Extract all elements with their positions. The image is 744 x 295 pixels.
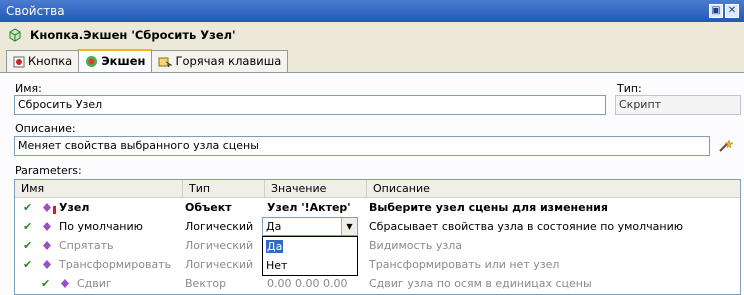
row-description: Выберите узел сцены для изменения xyxy=(369,201,608,214)
dropdown-option-yes[interactable]: Да xyxy=(263,237,357,256)
row-description: Сбрасывает свойства узла в состояние по … xyxy=(369,220,684,233)
row-type: Вектор xyxy=(185,277,227,290)
tab-hotkey[interactable]: Горячая клавиша xyxy=(151,50,289,72)
properties-content: Имя: Сбросить Узел Тип: Скрипт Описание:… xyxy=(0,73,744,295)
value-dropdown[interactable]: Да ▼ xyxy=(262,217,358,236)
row-value[interactable]: Узел '!Актер' xyxy=(267,198,351,217)
row-type: Объект xyxy=(185,201,232,214)
row-name: По умолчанию xyxy=(59,220,143,233)
header-title: Кнопка.Экшен 'Сбросить Узел' xyxy=(30,28,236,42)
restore-button[interactable]: ▣ xyxy=(709,4,723,18)
check-icon: ✔ xyxy=(41,277,51,290)
action-icon xyxy=(9,28,21,42)
row-name: Узел xyxy=(59,201,90,214)
tab-button-label: Кнопка xyxy=(28,54,73,68)
table-row[interactable]: ✔ По умолчанию Логический Сбрасывает сво… xyxy=(15,217,740,236)
parameters-label: Parameters: xyxy=(15,164,82,177)
tab-action-label: Экшен xyxy=(101,54,146,68)
row-value[interactable]: 0.00 0.00 0.00 xyxy=(267,274,347,293)
dropdown-list: Да Нет xyxy=(262,236,358,276)
name-label: Имя: xyxy=(15,82,42,95)
hotkey-icon xyxy=(158,57,173,67)
tab-hotkey-label: Горячая клавиша xyxy=(175,54,282,68)
table-row[interactable]: ✔ Узел Объект Узел '!Актер' Выберите узе… xyxy=(15,198,740,217)
action-tab-icon xyxy=(86,56,98,67)
table-row[interactable]: ✔ Сдвиг Вектор 0.00 0.00 0.00 Сдвиг узла… xyxy=(15,274,740,293)
parameter-icon xyxy=(43,241,51,250)
table-row[interactable]: ✔ Трансформировать Логический Трансформи… xyxy=(15,255,740,274)
parameter-icon xyxy=(43,222,51,231)
check-icon: ✔ xyxy=(23,201,33,214)
table-header: Имя Тип Значение Описание xyxy=(15,180,740,198)
row-description: Сдвиг узла по осям в единицах сцены xyxy=(369,277,592,290)
check-icon: ✔ xyxy=(23,239,33,252)
column-description[interactable]: Описание xyxy=(367,180,740,198)
description-field[interactable]: Меняет свойства выбранного узла сцены xyxy=(14,136,710,156)
column-value[interactable]: Значение xyxy=(265,180,367,198)
dropdown-selected: Да xyxy=(266,220,282,233)
row-description: Трансформировать или нет узел xyxy=(369,258,560,271)
parameter-icon xyxy=(43,203,51,212)
window-titlebar: Свойства ▣ ✕ xyxy=(0,0,744,22)
properties-header: Кнопка.Экшен 'Сбросить Узел' xyxy=(0,22,744,48)
chevron-down-icon[interactable]: ▼ xyxy=(341,218,357,235)
column-name[interactable]: Имя xyxy=(15,180,183,198)
description-label: Описание: xyxy=(15,122,76,135)
row-type: Логический xyxy=(185,258,254,271)
tab-button[interactable]: Кнопка xyxy=(6,50,80,72)
close-button[interactable]: ✕ xyxy=(725,4,739,18)
parameter-icon xyxy=(43,260,51,269)
row-type: Логический xyxy=(185,220,254,233)
parameters-table: Имя Тип Значение Описание ✔ Узел Объект … xyxy=(14,179,741,295)
row-name: Сдвиг xyxy=(77,277,112,290)
row-description: Видимость узла xyxy=(369,239,463,252)
type-field: Скрипт xyxy=(615,95,741,115)
name-field[interactable]: Сбросить Узел xyxy=(14,95,606,115)
type-label: Тип: xyxy=(617,82,642,95)
window-title: Свойства xyxy=(6,4,65,18)
row-name: Трансформировать xyxy=(59,258,172,271)
tab-action[interactable]: Экшен xyxy=(78,49,153,72)
parameter-icon xyxy=(61,279,69,288)
button-icon xyxy=(13,56,25,67)
table-row[interactable]: ✔ Спрятать Логический Видимость узла xyxy=(15,236,740,255)
tab-strip: Кнопка Экшен Горячая клавиша xyxy=(6,49,289,72)
column-type[interactable]: Тип xyxy=(183,180,265,198)
row-type: Логический xyxy=(185,239,254,252)
dropdown-option-no[interactable]: Нет xyxy=(263,256,357,275)
required-marker-icon xyxy=(53,206,56,214)
check-icon: ✔ xyxy=(23,220,33,233)
edit-wand-icon[interactable] xyxy=(718,139,734,153)
check-icon: ✔ xyxy=(23,258,33,271)
row-name: Спрятать xyxy=(59,239,114,252)
window-buttons: ▣ ✕ xyxy=(709,4,739,18)
